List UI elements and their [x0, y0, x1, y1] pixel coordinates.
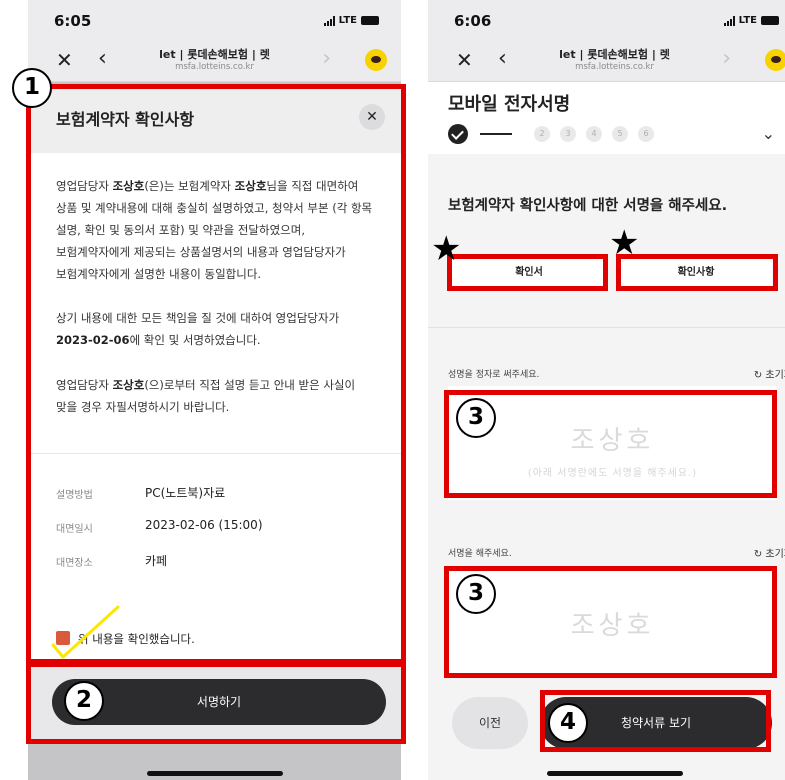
step-badge-1: 1: [12, 68, 52, 108]
step-badge-4: 4: [548, 703, 588, 743]
check-mark-annotation: [51, 605, 120, 659]
step-badge-3b: 3: [456, 574, 496, 614]
step-badge-3a: 3: [456, 398, 496, 438]
step-badge-2: 2: [64, 681, 104, 721]
star-icon: ★: [609, 223, 640, 263]
star-icon: ★: [431, 229, 462, 269]
